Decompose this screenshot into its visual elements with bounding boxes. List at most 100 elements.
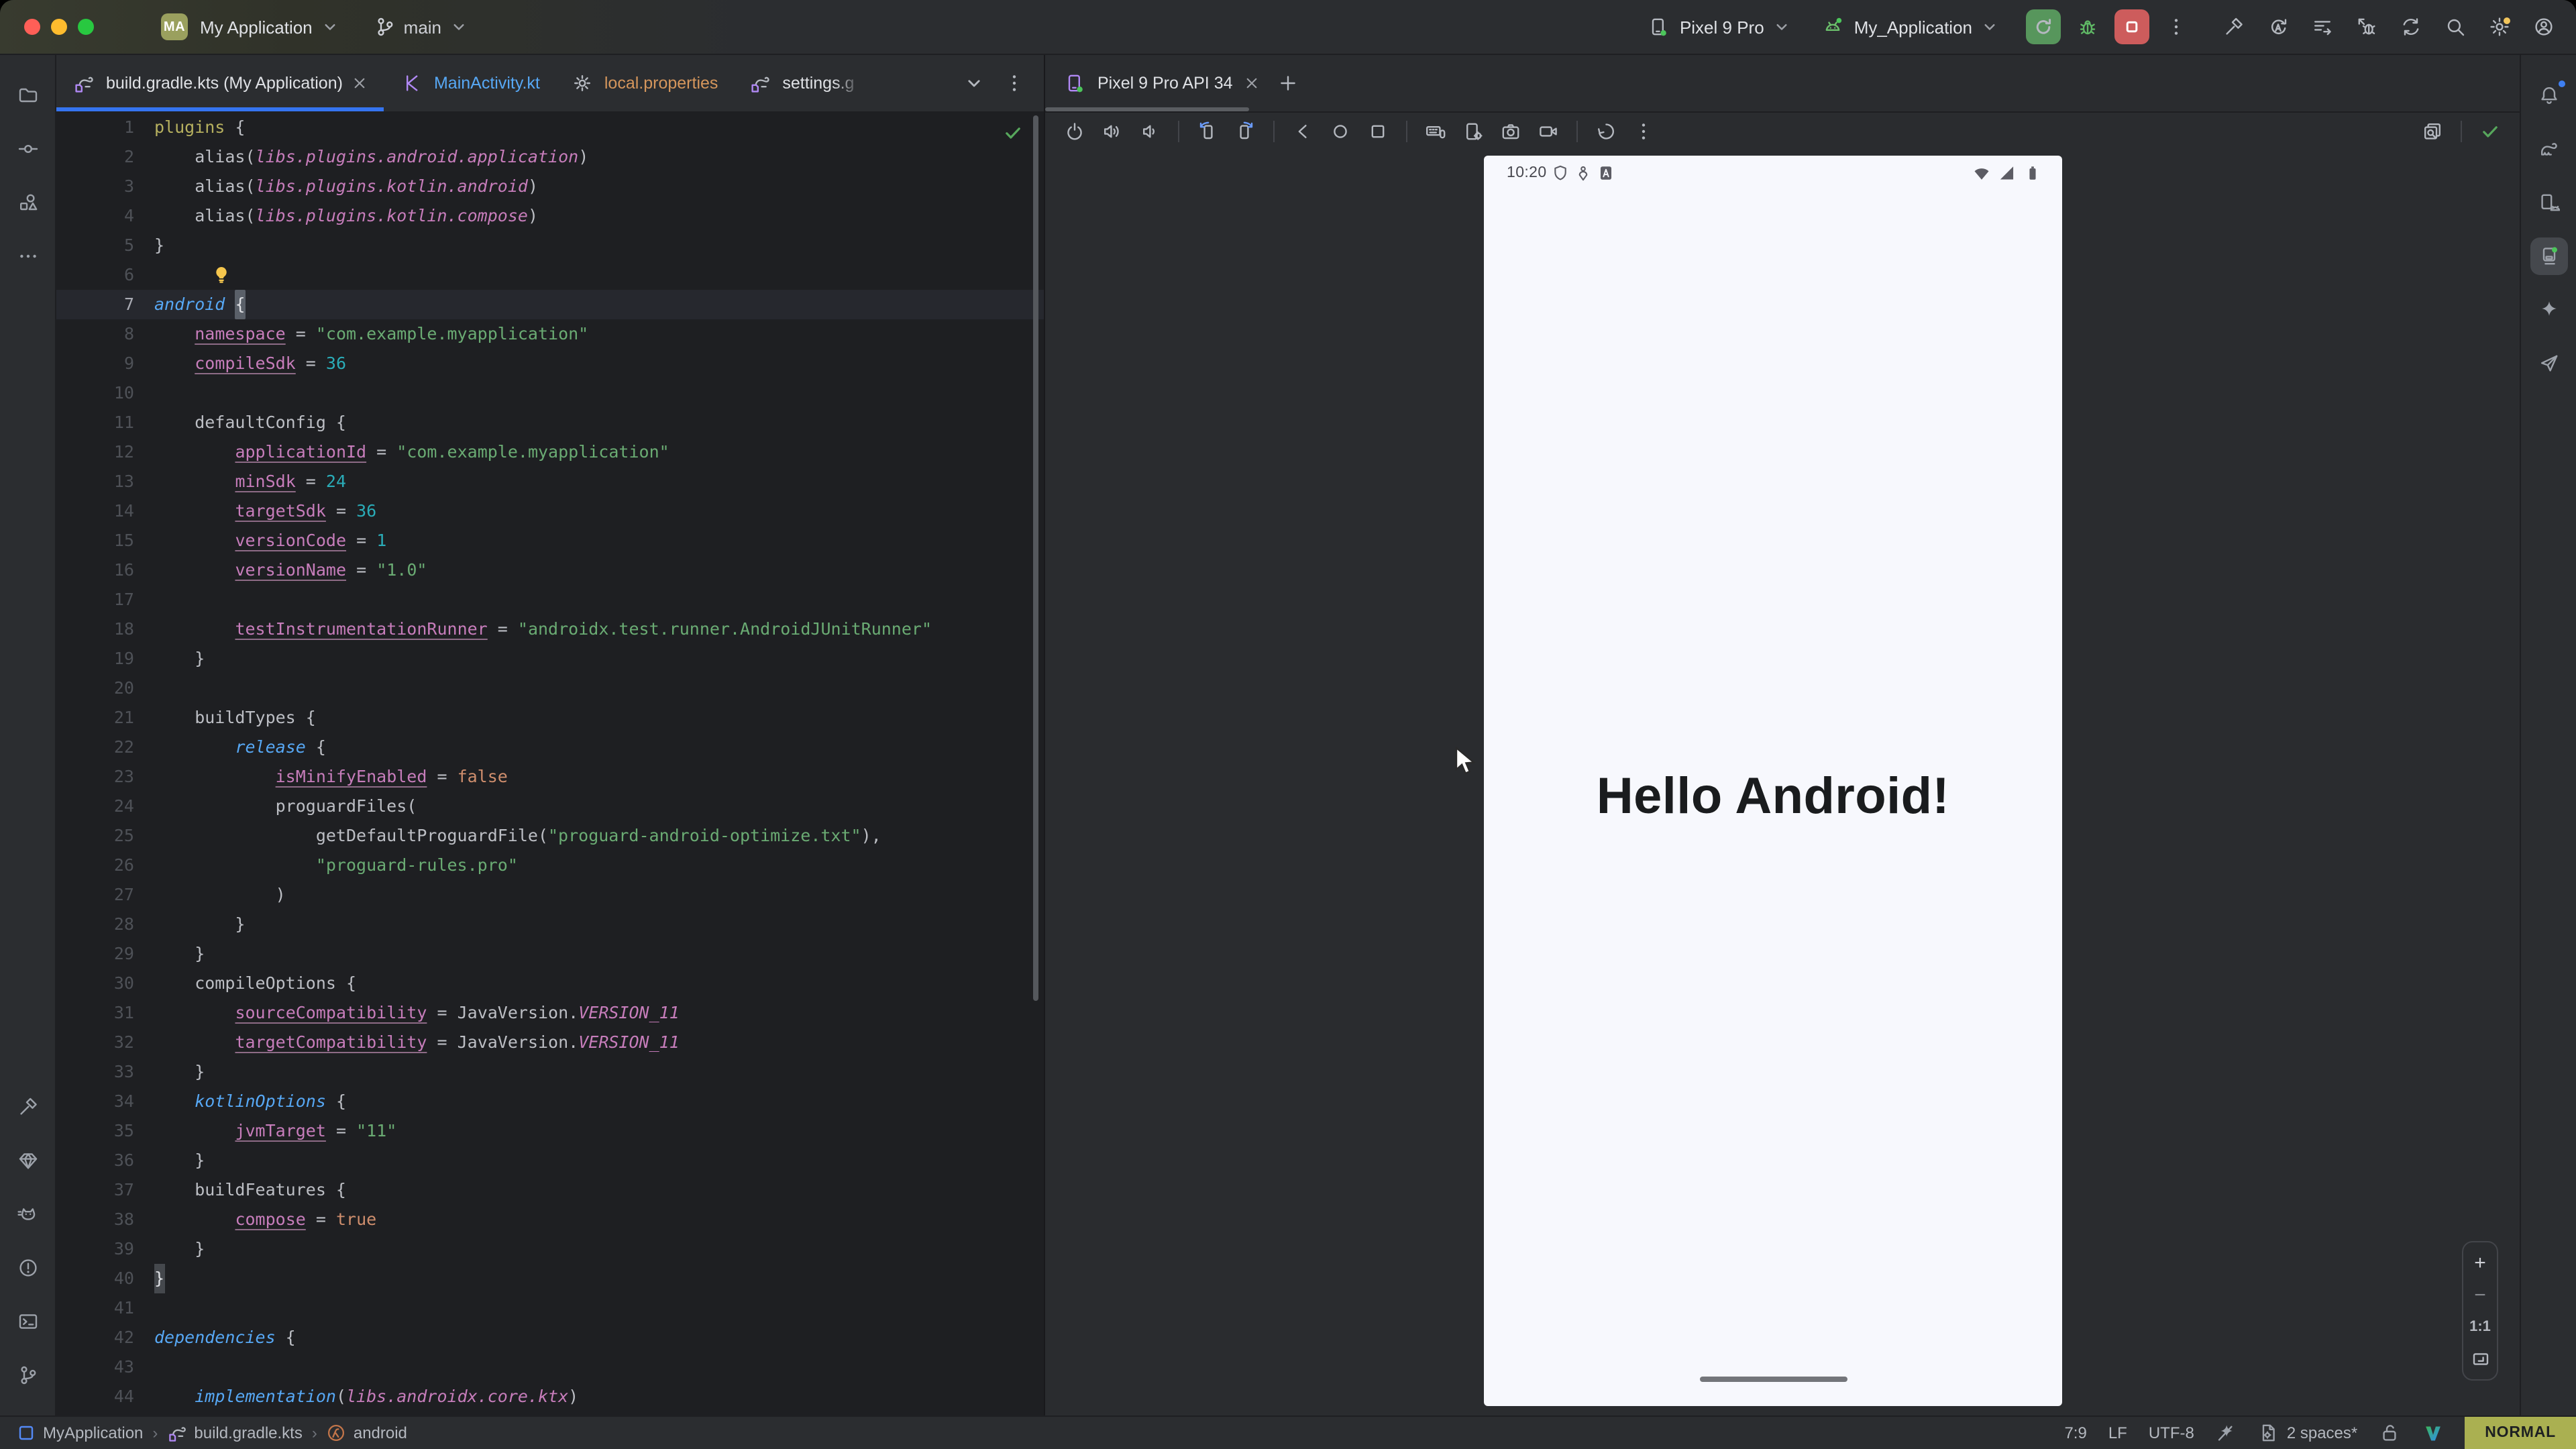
editor-scrollbar[interactable] [1033,115,1038,1001]
editor-tab-3[interactable]: local.properties [555,55,733,111]
breadcrumb-item-MyApplication[interactable]: MyApplication [16,1423,143,1443]
editor-tab-4[interactable]: settings.g [733,55,879,111]
device-screen[interactable]: 10:20 Hello Android! [1484,156,2062,1406]
more-vertical-icon[interactable] [1627,117,1660,146]
build-hammer-icon[interactable] [9,1088,46,1126]
device-settings-icon[interactable] [1457,117,1489,146]
settings-gear-icon[interactable] [2486,13,2513,40]
code-line-28[interactable]: 28 } [56,910,1044,939]
more-run-options-button[interactable] [2159,9,2194,44]
code-line-24[interactable]: 24 proguardFiles( [56,792,1044,821]
gemini-sparkle-icon[interactable] [2530,291,2567,329]
code-line-26[interactable]: 26 "proguard-rules.pro" [56,851,1044,880]
bell-icon[interactable] [2530,76,2567,114]
commit-icon[interactable] [9,130,46,168]
account-icon[interactable] [2530,13,2557,40]
snapshot-reset-icon[interactable] [1590,117,1622,146]
breadcrumb-item-android[interactable]: android [327,1423,407,1443]
build-hammer-icon[interactable] [2220,13,2247,40]
logcat-cat-icon[interactable] [9,1195,46,1233]
inspections-ok-icon[interactable] [1001,121,1025,145]
encoding-indicator[interactable]: UTF-8 [2149,1424,2194,1442]
code-line-7[interactable]: 7android { [56,290,1044,319]
code-line-38[interactable]: 38 compose = true [56,1205,1044,1234]
home-circle-icon[interactable] [1324,117,1356,146]
search-icon[interactable] [2442,13,2469,40]
code-line-23[interactable]: 23 isMinifyEnabled = false [56,762,1044,792]
indent-indicator[interactable]: 2 spaces* [2259,1422,2357,1444]
code-line-40[interactable]: 40} [56,1264,1044,1293]
ai-assistant-status[interactable] [2216,1422,2237,1444]
volume-down-icon[interactable] [1134,117,1166,146]
apply-code-changes-icon[interactable] [2265,13,2292,40]
code-line-22[interactable]: 22 release { [56,733,1044,762]
tab-strip-scrollbar[interactable] [1045,107,1249,111]
editor-tab-1[interactable]: build.gradle.kts (My Application) [56,55,384,111]
intention-lightbulb-icon[interactable] [211,264,232,286]
device-selector[interactable]: Pixel 9 Pro [1645,13,1791,40]
code-line-43[interactable]: 43 [56,1352,1044,1382]
rerun-button[interactable] [2026,9,2061,44]
zoom-in-button[interactable]: + [2465,1248,2495,1277]
rotate-left-icon[interactable] [1191,117,1224,146]
code-line-36[interactable]: 36 } [56,1146,1044,1175]
task-list-sync-icon[interactable] [2309,13,2336,40]
actual-size-button[interactable]: 1:1 [2465,1312,2495,1342]
resource-manager-icon[interactable] [9,184,46,221]
code-line-37[interactable]: 37 buildFeatures { [56,1175,1044,1205]
screen-record-icon[interactable] [1532,117,1564,146]
code-line-19[interactable]: 19 } [56,644,1044,674]
code-line-4[interactable]: 4 alias(libs.plugins.kotlin.compose) [56,201,1044,231]
breadcrumb-item-build.gradle.kts[interactable]: build.gradle.kts [167,1423,302,1443]
zoom-out-button[interactable]: − [2465,1280,2495,1309]
code-line-30[interactable]: 30 compileOptions { [56,969,1044,998]
volume-up-icon[interactable] [1096,117,1128,146]
camera-icon[interactable] [1495,117,1527,146]
run-configuration-selector[interactable]: My_Application [1819,13,1999,40]
maximize-window-button[interactable] [78,19,94,35]
code-editor[interactable]: 1plugins {2 alias(libs.plugins.android.a… [56,113,1044,1415]
branch-selector[interactable]: main [374,16,468,38]
more-horizontal-icon[interactable] [9,237,46,275]
code-line-8[interactable]: 8 namespace = "com.example.myapplication… [56,319,1044,349]
hidden-tabs-chevron-icon[interactable] [961,70,987,97]
code-line-2[interactable]: 2 alias(libs.plugins.android.application… [56,142,1044,172]
close-icon[interactable] [1242,74,1261,93]
code-line-11[interactable]: 11 defaultConfig { [56,408,1044,437]
ideavim-indicator[interactable] [2422,1422,2443,1444]
code-line-13[interactable]: 13 minSdk = 24 [56,467,1044,496]
folder-icon[interactable] [9,76,46,114]
project-selector[interactable]: My Application [200,17,339,37]
code-line-15[interactable]: 15 versionCode = 1 [56,526,1044,555]
code-line-25[interactable]: 25 getDefaultProguardFile("proguard-andr… [56,821,1044,851]
caret-position[interactable]: 7:9 [2064,1424,2086,1442]
code-line-32[interactable]: 32 targetCompatibility = JavaVersion.VER… [56,1028,1044,1057]
close-tab-icon[interactable] [351,74,370,93]
gem-icon[interactable] [9,1142,46,1179]
line-separator-indicator[interactable]: LF [2108,1424,2127,1442]
gradle-sync-icon[interactable] [2398,13,2424,40]
code-line-44[interactable]: 44 implementation(libs.androidx.core.ktx… [56,1382,1044,1411]
code-line-16[interactable]: 16 versionName = "1.0" [56,555,1044,585]
close-window-button[interactable] [24,19,40,35]
device-manager-icon[interactable] [2530,184,2567,221]
debug-button[interactable] [2070,9,2105,44]
check-icon[interactable] [2474,117,2506,146]
gradle-icon[interactable] [2530,130,2567,168]
add-device-tab-icon[interactable] [1275,70,1301,97]
stop-button[interactable] [2114,9,2149,44]
code-line-29[interactable]: 29 } [56,939,1044,969]
code-line-21[interactable]: 21 buildTypes { [56,703,1044,733]
code-line-20[interactable]: 20 [56,674,1044,703]
readonly-toggle[interactable] [2379,1422,2400,1444]
editor-tab-2[interactable]: MainActivity.kt [384,55,555,111]
code-line-10[interactable]: 10 [56,378,1044,408]
vim-mode-badge[interactable]: NORMAL [2465,1417,2576,1449]
code-line-27[interactable]: 27 ) [56,880,1044,910]
overview-square-icon[interactable] [1362,117,1394,146]
code-line-12[interactable]: 12 applicationId = "com.example.myapplic… [56,437,1044,467]
running-devices-icon[interactable] [2530,237,2567,275]
git-branch-icon[interactable] [9,1356,46,1394]
power-icon[interactable] [1059,117,1091,146]
code-line-14[interactable]: 14 targetSdk = 36 [56,496,1044,526]
